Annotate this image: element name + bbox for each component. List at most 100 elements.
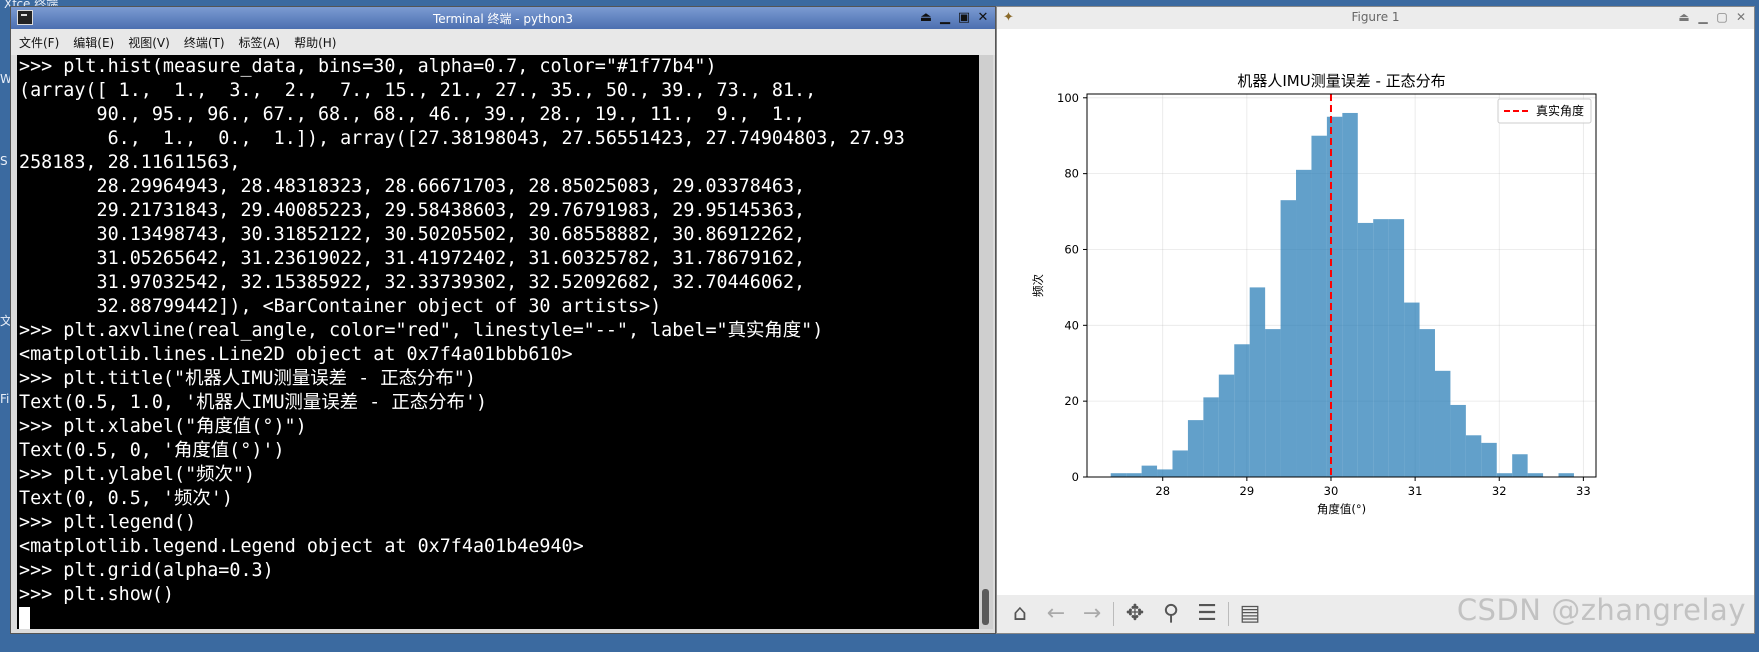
save-icon[interactable]: ▤ <box>1237 601 1263 627</box>
terminal-line: 28.29964943, 28.48318323, 28.66671703, 2… <box>19 176 806 197</box>
histogram-bar <box>1481 442 1497 477</box>
histogram-bar <box>1326 116 1343 477</box>
histogram-bar <box>1450 404 1466 477</box>
terminal-text: >>> plt.hist(measure_data, bins=30, alph… <box>17 55 981 629</box>
maximize-icon[interactable]: ▣ <box>956 9 972 26</box>
y-tick-label: 20 <box>1064 394 1079 408</box>
histogram-bar <box>1234 344 1250 477</box>
x-tick-label: 28 <box>1155 484 1170 498</box>
x-tick-label: 33 <box>1576 484 1591 498</box>
terminal-line: >>> plt.legend() <box>19 512 197 533</box>
x-axis-label: 角度值(°) <box>1317 502 1366 516</box>
histogram-bar <box>1342 112 1358 478</box>
histogram-bar <box>1373 219 1389 477</box>
menu-view[interactable]: 视图(V) <box>128 34 170 51</box>
figure-title: Figure 1 <box>1351 10 1400 24</box>
y-tick-label: 40 <box>1064 318 1079 332</box>
terminal-line: Text(0.5, 0, '角度值(°)') <box>19 440 285 461</box>
terminal-line: >>> plt.ylabel("频次") <box>19 464 256 485</box>
terminal-line: >>> plt.title("机器人IMU测量误差 - 正态分布") <box>19 368 476 389</box>
terminal-output[interactable]: >>> plt.hist(measure_data, bins=30, alph… <box>17 55 981 629</box>
y-tick-label: 100 <box>1057 91 1079 105</box>
histogram-bar <box>1419 329 1435 477</box>
terminal-scrollbar[interactable] <box>979 55 993 629</box>
terminal-line: 6., 1., 0., 1.]), array([27.38198043, 27… <box>19 128 905 149</box>
terminal-line: 258183, 28.11611563, <box>19 152 241 173</box>
terminal-line: >>> plt.grid(alpha=0.3) <box>19 560 274 581</box>
chart-title: 机器人IMU测量误差 - 正态分布 <box>1237 72 1445 90</box>
menu-tabs[interactable]: 标签(A) <box>239 34 281 51</box>
histogram-bar <box>1357 222 1374 477</box>
close-icon[interactable]: ✕ <box>975 9 991 26</box>
histogram-bar <box>1296 169 1312 477</box>
histogram-bar <box>1496 473 1513 477</box>
terminal-line: >>> plt.xlabel("角度值(°)") <box>19 416 307 437</box>
histogram-bar <box>1141 465 1158 477</box>
terminal-line: <matplotlib.legend.Legend object at 0x7f… <box>19 536 584 557</box>
menu-terminal[interactable]: 终端(T) <box>184 34 225 51</box>
terminal-line: >>> plt.hist(measure_data, bins=30, alph… <box>19 56 717 77</box>
histogram-bar <box>1218 374 1235 477</box>
terminal-line: Text(0.5, 1.0, '机器人IMU测量误差 - 正态分布') <box>19 392 488 413</box>
figure-titlebar[interactable]: ✦ Figure 1 ⏏ ▁ ▢ ✕ <box>997 7 1754 29</box>
terminal-line: <matplotlib.lines.Line2D object at 0x7f4… <box>19 344 573 365</box>
histogram-bar <box>1126 473 1142 477</box>
configure-subplots-icon[interactable]: ☰ <box>1194 601 1220 627</box>
terminal-line: 90., 95., 96., 67., 68., 68., 46., 39., … <box>19 104 806 125</box>
scrollbar-thumb[interactable] <box>982 589 989 625</box>
histogram-bar <box>1311 135 1327 477</box>
y-tick-label: 0 <box>1072 470 1079 484</box>
y-tick-label: 80 <box>1064 167 1079 181</box>
desktop-side-label: Fi <box>0 392 10 406</box>
toolbar-separator <box>1113 602 1114 626</box>
histogram-bar <box>1388 219 1405 477</box>
terminal-line: (array([ 1., 1., 3., 2., 7., 15., 21., 2… <box>19 80 817 101</box>
toolbar-separator <box>1228 602 1229 626</box>
back-arrow-icon[interactable]: ← <box>1043 601 1069 627</box>
terminal-line: 31.97032542, 32.15385922, 32.33739302, 3… <box>19 272 806 293</box>
pan-icon[interactable]: ✥ <box>1122 601 1148 627</box>
terminal-cursor <box>19 607 30 629</box>
x-tick-label: 30 <box>1324 484 1339 498</box>
terminal-titlebar[interactable]: Terminal 终端 - python3 ⏏ ▁ ▣ ✕ <box>11 7 995 29</box>
home-icon[interactable]: ⌂ <box>1007 601 1033 627</box>
y-tick-label: 60 <box>1064 242 1079 256</box>
legend: 真实角度 <box>1497 98 1592 124</box>
histogram-bar <box>1434 370 1451 477</box>
histogram-bar <box>1465 435 1482 477</box>
x-tick-label: 32 <box>1492 484 1507 498</box>
shade-icon[interactable]: ⏏ <box>1677 9 1691 26</box>
histogram-bar <box>1404 302 1420 477</box>
terminal-line: 31.05265642, 31.23619022, 31.41972402, 3… <box>19 248 806 269</box>
minimize-icon[interactable]: ▁ <box>1696 9 1710 26</box>
terminal-line: Text(0, 0.5, '频次') <box>19 488 233 509</box>
histogram-bar <box>1110 473 1127 477</box>
terminal-line: 30.13498743, 30.31852122, 30.50205502, 3… <box>19 224 806 245</box>
watermark: CSDN @zhangrelay <box>1456 593 1746 627</box>
minimize-icon[interactable]: ▁ <box>937 9 953 26</box>
menu-help[interactable]: 帮助(H) <box>294 34 336 51</box>
histogram-bar <box>1527 473 1544 477</box>
x-tick-label: 31 <box>1408 484 1423 498</box>
close-icon[interactable]: ✕ <box>1734 9 1748 26</box>
histogram-bar <box>1157 469 1173 477</box>
terminal-title: Terminal 终端 - python3 <box>432 12 574 26</box>
menu-file[interactable]: 文件(F) <box>19 34 59 51</box>
terminal-window[interactable]: Terminal 终端 - python3 ⏏ ▁ ▣ ✕ 文件(F) 编辑(E… <box>10 6 996 634</box>
desktop-side-label: S <box>0 154 8 168</box>
x-tick-label: 29 <box>1240 484 1255 498</box>
terminal-line: 29.21731843, 29.40085223, 29.58438603, 2… <box>19 200 806 221</box>
terminal-line: >>> plt.show() <box>19 584 175 605</box>
maximize-icon[interactable]: ▢ <box>1715 9 1729 26</box>
menu-edit[interactable]: 编辑(E) <box>73 34 114 51</box>
terminal-menubar: 文件(F) 编辑(E) 视图(V) 终端(T) 标签(A) 帮助(H) <box>11 29 995 55</box>
shade-icon[interactable]: ⏏ <box>918 9 934 26</box>
histogram-bar <box>1187 420 1204 477</box>
histogram-chart: 28 29 30 31 32 33 0 20 40 60 80 100 机器人IMU测量误差 - 正态… <box>1031 72 1597 516</box>
legend-label: 真实角度 <box>1536 103 1584 118</box>
figure-window[interactable]: ✦ Figure 1 ⏏ ▁ ▢ ✕ 28 29 30 31 32 33 0 20 40 60 80… <box>996 6 1755 634</box>
terminal-line: 32.88799442]), <BarContainer object of 3… <box>19 296 662 317</box>
histogram-bar <box>1280 200 1297 477</box>
forward-arrow-icon[interactable]: → <box>1079 601 1105 627</box>
zoom-icon[interactable]: ⚲ <box>1158 601 1184 627</box>
